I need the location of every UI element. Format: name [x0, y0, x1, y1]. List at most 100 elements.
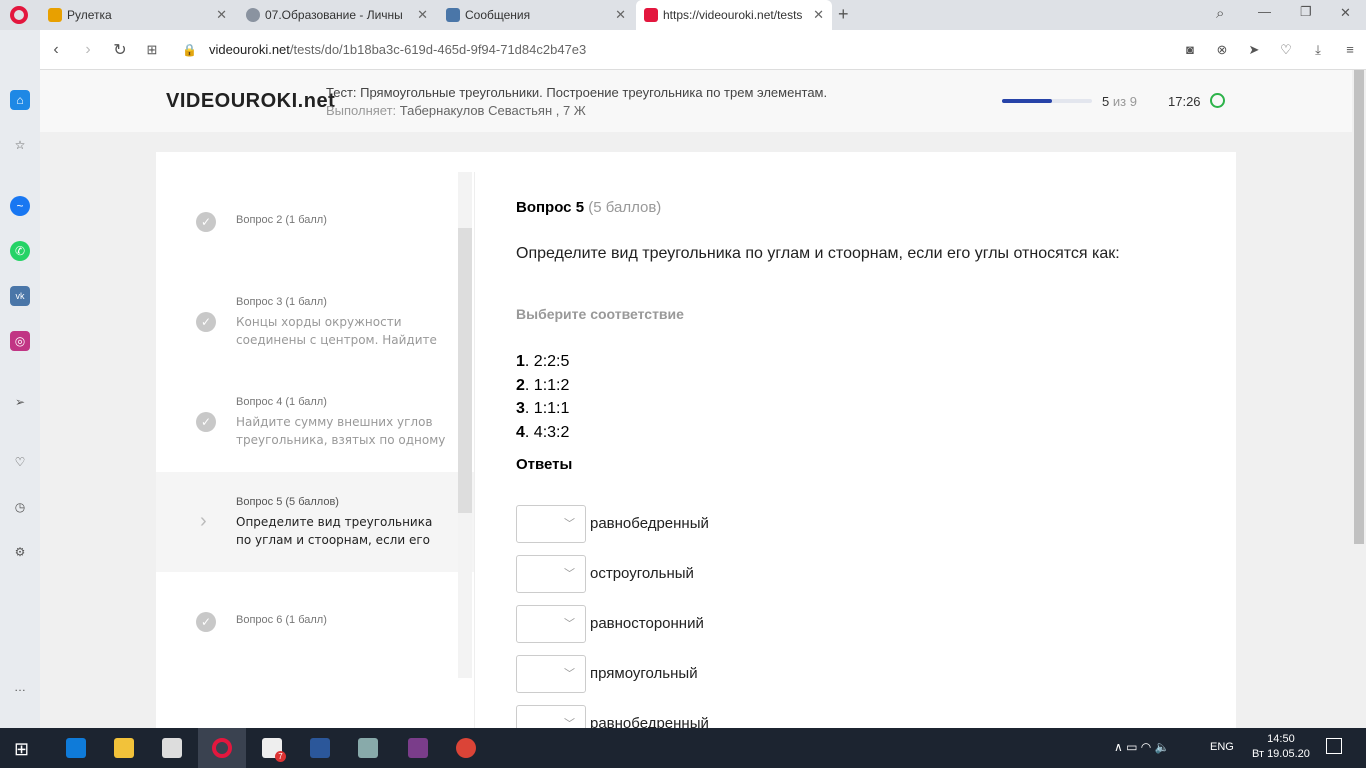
- home-icon[interactable]: ⌂: [10, 90, 30, 110]
- answer-label: равнобедренный: [590, 515, 709, 532]
- answers-label: Ответы: [516, 456, 573, 473]
- tab-bar: Рулетка ✕ 07.Образование - Личны ✕ Сообщен…: [0, 0, 1366, 30]
- url-field[interactable]: videouroki.net/tests/do/1b18ba3c-619d-46…: [209, 42, 586, 57]
- heart-icon[interactable]: ♡: [10, 452, 30, 472]
- site-logo[interactable]: VIDEOUROKI.net: [166, 90, 335, 113]
- store-icon[interactable]: [162, 738, 182, 758]
- send-icon[interactable]: ➤: [1238, 42, 1270, 58]
- close-tab-icon[interactable]: ✕: [813, 7, 824, 23]
- maximize-button[interactable]: ❐: [1300, 4, 1312, 20]
- instagram-icon[interactable]: ◎: [10, 331, 30, 351]
- app-icon[interactable]: [358, 738, 378, 758]
- search-icon[interactable]: ⌕: [1216, 5, 1224, 22]
- progress-bar: [1002, 99, 1092, 103]
- tab-education[interactable]: 07.Образование - Личны ✕: [238, 0, 436, 30]
- question-list: ✓ Вопрос 2 (1 балл) ✓ Вопрос 3 (1 балл) Кон…: [156, 172, 474, 678]
- chrome-icon[interactable]: [456, 738, 476, 758]
- answer-select[interactable]: ﹀: [516, 655, 586, 693]
- start-button[interactable]: ⊞: [14, 739, 29, 760]
- tab-roulette[interactable]: Рулетка ✕: [40, 0, 235, 30]
- url-domain: videouroki.net: [208, 42, 290, 57]
- clock[interactable]: 14:50 Вт 19.05.20: [1252, 732, 1310, 762]
- tab-favicon-icon: [48, 8, 62, 22]
- history-icon[interactable]: ◷: [10, 497, 30, 517]
- item: 1. 2:2:5: [516, 353, 570, 370]
- answer-select[interactable]: ﹀: [516, 505, 586, 543]
- tab-videouroki[interactable]: https://videouroki.net/tests ✕: [636, 0, 832, 30]
- test-title: Тест: Прямоугольные треугольники. Постро…: [326, 85, 828, 100]
- settings-icon[interactable]: ⚙: [10, 542, 30, 562]
- menu-icon[interactable]: ≡: [1334, 42, 1366, 57]
- address-bar: ‹ › ↻ ⊞ 🔒 videouroki.net/tests/do/1b18ba…: [40, 30, 1366, 70]
- site-header: VIDEOUROKI.net Тест: Прямоугольные треуг…: [40, 70, 1352, 132]
- notifications-icon[interactable]: [1326, 738, 1342, 754]
- chevron-down-icon: ﹀: [564, 618, 575, 630]
- opera-logo-icon[interactable]: [10, 6, 28, 24]
- answer-label: равносторонний: [590, 615, 704, 632]
- edge-icon[interactable]: [66, 738, 86, 758]
- word-icon[interactable]: [310, 738, 330, 758]
- opera-sidebar: ⌂ ☆ ~ ✆ vk ◎ ➢ ♡ ◷ ⚙ …: [0, 30, 40, 728]
- minimize-button[interactable]: —: [1258, 4, 1271, 19]
- chevron-down-icon: ﹀: [564, 518, 575, 530]
- messenger-icon[interactable]: ~: [10, 196, 30, 216]
- question-text: Определите вид треугольника по углам и с…: [516, 245, 1120, 262]
- question-item-head: Вопрос 4 (1 балл): [236, 396, 327, 408]
- answer-select[interactable]: ﹀: [516, 605, 586, 643]
- items-list: 1. 2:2:5 2. 1:1:2 3. 1:1:1 4. 4:3:2: [516, 350, 569, 445]
- question-card: ✓ Вопрос 2 (1 балл) ✓ Вопрос 3 (1 балл) Кон…: [156, 152, 1236, 743]
- reload-button[interactable]: ↻: [104, 40, 136, 60]
- page-scrollbar[interactable]: [1352, 70, 1366, 728]
- question-list-item[interactable]: ✓ Вопрос 6 (1 балл): [156, 572, 474, 672]
- answer-label: прямоугольный: [590, 665, 698, 682]
- instruction: Выберите соответствие: [516, 306, 684, 322]
- app-icon[interactable]: [408, 738, 428, 758]
- back-button[interactable]: ‹: [40, 41, 72, 59]
- question-list-scrollbar[interactable]: [458, 172, 472, 678]
- close-window-button[interactable]: ✕: [1340, 5, 1351, 21]
- chevron-down-icon: ﹀: [564, 568, 575, 580]
- question-item-head: Вопрос 6 (1 балл): [236, 614, 327, 626]
- star-icon[interactable]: ☆: [10, 135, 30, 155]
- notification-badge: 7: [275, 751, 286, 762]
- answer-label: остроугольный: [590, 565, 694, 582]
- tab-title: Сообщения: [465, 8, 531, 22]
- heart-icon[interactable]: ♡: [1270, 42, 1302, 58]
- check-icon: ✓: [196, 212, 216, 232]
- question-list-item-active[interactable]: › Вопрос 5 (5 баллов) Определите вид треуг…: [156, 472, 474, 572]
- answer-select[interactable]: ﹀: [516, 555, 586, 593]
- performer: Выполняет: Табернакулов Севастьян , 7 Ж: [326, 103, 586, 118]
- check-icon: ✓: [196, 612, 216, 632]
- download-icon[interactable]: ⤓: [1302, 42, 1334, 58]
- tab-title: https://videouroki.net/tests: [663, 8, 803, 22]
- forward-button[interactable]: ›: [72, 41, 104, 59]
- send-icon[interactable]: ➢: [10, 392, 30, 412]
- explorer-icon[interactable]: [114, 738, 134, 758]
- file-icon[interactable]: 7: [262, 738, 286, 762]
- language-indicator[interactable]: ENG: [1210, 741, 1234, 753]
- new-tab-button[interactable]: +: [838, 4, 849, 25]
- close-tab-icon[interactable]: ✕: [615, 7, 626, 23]
- opera-taskbar-icon[interactable]: [212, 738, 232, 758]
- whatsapp-icon[interactable]: ✆: [10, 241, 30, 261]
- camera-icon[interactable]: ◙: [1174, 42, 1206, 57]
- chevron-down-icon: ﹀: [564, 668, 575, 680]
- question-list-item[interactable]: ✓ Вопрос 2 (1 балл): [156, 172, 474, 272]
- tab-messages[interactable]: Сообщения ✕: [438, 0, 634, 30]
- close-tab-icon[interactable]: ✕: [417, 7, 428, 23]
- tab-favicon-icon: [644, 8, 658, 22]
- question-item-head: Вопрос 2 (1 балл): [236, 214, 327, 226]
- question-list-item[interactable]: ✓ Вопрос 3 (1 балл) Концы хорды окружности…: [156, 272, 474, 372]
- question-list-item[interactable]: ✓ Вопрос 4 (1 балл) Найдите сумму внешних …: [156, 372, 474, 472]
- check-icon: ✓: [196, 312, 216, 332]
- question-item-text: Определите вид треугольника по углам и с…: [236, 515, 433, 547]
- more-icon[interactable]: …: [10, 677, 30, 697]
- tray-icons[interactable]: ∧ ▭ ◠ 🔈: [1114, 740, 1170, 754]
- adblock-icon[interactable]: ⊗: [1206, 42, 1238, 58]
- tabs-grid-icon[interactable]: ⊞: [136, 42, 168, 58]
- close-tab-icon[interactable]: ✕: [216, 7, 227, 23]
- question-heading: Вопрос 5 (5 баллов): [516, 199, 662, 216]
- vk-icon[interactable]: vk: [10, 286, 30, 306]
- item: 3. 1:1:1: [516, 400, 570, 418]
- tab-title: Рулетка: [67, 8, 112, 22]
